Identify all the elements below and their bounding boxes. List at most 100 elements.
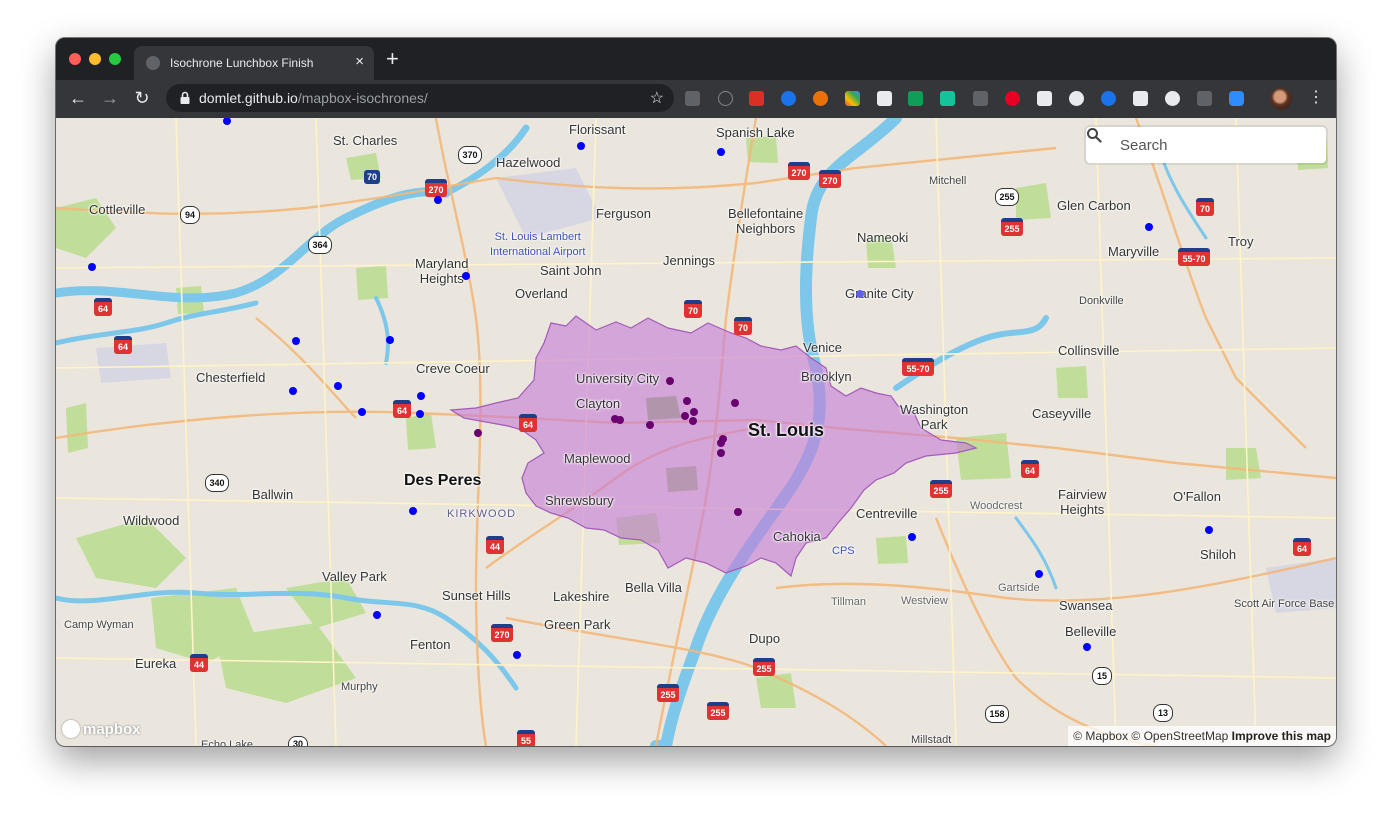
map-marker[interactable] <box>386 336 394 344</box>
shield-70-b: 70 <box>684 300 702 318</box>
map-marker[interactable] <box>416 410 424 418</box>
lambert-airport <box>496 168 601 238</box>
label-ferguson: Ferguson <box>596 206 651 221</box>
lastpass-extension-icon[interactable] <box>749 91 764 106</box>
label-chesterfield: Chesterfield <box>196 370 266 385</box>
brave-extension-icon[interactable] <box>813 91 828 106</box>
forward-button[interactable]: → <box>100 88 120 108</box>
map-marker[interactable] <box>717 148 725 156</box>
shield-30: 30 <box>288 736 308 746</box>
shield-270-c: 270 <box>819 170 841 188</box>
label-wildwood: Wildwood <box>123 513 180 528</box>
s-extension-icon[interactable] <box>877 91 892 106</box>
map-marker[interactable] <box>681 412 689 420</box>
tab-title: Isochrone Lunchbox Finish <box>170 56 314 70</box>
map-marker[interactable] <box>1035 570 1043 578</box>
map-marker[interactable] <box>1205 526 1213 534</box>
map-marker[interactable] <box>513 651 521 659</box>
bookmark-star-icon[interactable]: ☆ <box>650 88 664 108</box>
map-marker[interactable] <box>1083 643 1091 651</box>
map-marker[interactable] <box>292 337 300 345</box>
cc-extension-icon[interactable] <box>1069 91 1084 106</box>
map-marker[interactable] <box>417 392 425 400</box>
label-echo-lake: Echo Lake <box>201 739 253 746</box>
map-marker[interactable] <box>666 377 674 385</box>
improve-map-link[interactable]: Improve this map <box>1232 729 1331 743</box>
code-extension-icon[interactable] <box>1165 91 1180 106</box>
map-marker[interactable] <box>462 272 470 280</box>
mapbox-logo[interactable]: mapbox <box>62 718 141 740</box>
calculator-extension-icon[interactable] <box>1037 91 1052 106</box>
map-marker[interactable] <box>577 142 585 150</box>
shield-340: 340 <box>205 474 229 492</box>
back-button[interactable]: ← <box>68 88 88 108</box>
map-marker[interactable] <box>1145 223 1153 231</box>
label-centreville: Centreville <box>856 506 918 521</box>
grammarly-extension-icon[interactable] <box>940 91 955 106</box>
label-overland: Overland <box>515 286 568 301</box>
shield-270-d: 270 <box>491 624 513 642</box>
label-hazelwood: Hazelwood <box>496 155 561 170</box>
map-marker[interactable] <box>409 507 417 515</box>
reload-button[interactable]: ↻ <box>132 88 152 108</box>
map-marker[interactable] <box>690 408 698 416</box>
map-marker[interactable] <box>289 387 297 395</box>
label-venice: Venice <box>803 340 843 355</box>
map-marker[interactable] <box>717 449 725 457</box>
profile-avatar[interactable] <box>1270 88 1292 110</box>
map-marker[interactable] <box>731 399 739 407</box>
info-extension-icon[interactable] <box>718 91 733 106</box>
shield-44-a: 44 <box>190 654 208 672</box>
color-picker-extension-icon[interactable] <box>845 91 860 106</box>
zoom-window-button[interactable] <box>109 53 121 65</box>
spirit-airport <box>96 343 171 383</box>
label-millstadt: Millstadt <box>911 734 952 746</box>
map-marker[interactable] <box>734 508 742 516</box>
shield-55: 55 <box>517 730 535 746</box>
url-text: domlet.github.io/mapbox-isochrones/ <box>199 90 428 106</box>
new-tab-button[interactable]: + <box>386 48 399 70</box>
map-marker[interactable] <box>358 408 366 416</box>
map-marker[interactable] <box>646 421 654 429</box>
zoom-extension-icon[interactable] <box>1229 91 1244 106</box>
shield-15: 15 <box>1092 667 1112 685</box>
minimize-window-button[interactable] <box>89 53 101 65</box>
close-window-button[interactable] <box>69 53 81 65</box>
list-extension-icon[interactable] <box>973 91 988 106</box>
map-marker[interactable] <box>616 416 624 424</box>
pinterest-extension-icon[interactable] <box>1005 91 1020 106</box>
shield-70-a: 70 <box>364 170 380 184</box>
notion-extension-icon[interactable] <box>1133 91 1148 106</box>
c-extension-icon[interactable] <box>1101 91 1116 106</box>
map-marker[interactable] <box>856 290 864 298</box>
map-marker[interactable] <box>689 417 697 425</box>
label-belleville: Belleville <box>1065 624 1117 639</box>
ring-extension-icon[interactable] <box>781 91 796 106</box>
label-fenton: Fenton <box>410 637 451 652</box>
label-fairview-heights: Fairview Heights <box>1058 487 1107 517</box>
map-marker[interactable] <box>474 429 482 437</box>
search-input[interactable] <box>1120 127 1316 163</box>
map-marker[interactable] <box>88 263 96 271</box>
buffer-extension-icon[interactable] <box>685 91 700 106</box>
tab-isochrone[interactable]: Isochrone Lunchbox Finish × <box>134 46 374 80</box>
map-marker[interactable] <box>434 196 442 204</box>
map-marker[interactable] <box>908 533 916 541</box>
shield-64-a: 64 <box>94 298 112 316</box>
pin-extension-icon[interactable] <box>1197 91 1212 106</box>
map-marker[interactable] <box>373 611 381 619</box>
map-marker[interactable] <box>717 439 725 447</box>
shield-255-b: 255 <box>1001 218 1023 236</box>
address-bar[interactable]: domlet.github.io/mapbox-isochrones/ ☆ <box>166 84 674 112</box>
menu-icon[interactable]: ⋮ <box>1308 89 1324 107</box>
sheets-extension-icon[interactable] <box>908 91 923 106</box>
map-marker[interactable] <box>683 397 691 405</box>
tab-close-icon[interactable]: × <box>355 54 364 70</box>
attribution-text[interactable]: © Mapbox © OpenStreetMap <box>1073 729 1228 743</box>
shield-270-a: 270 <box>425 179 447 197</box>
label-westview: Westview <box>901 595 948 607</box>
tower-grove-park <box>666 466 698 492</box>
map-canvas[interactable]: 270 370 70 94 364 64 64 64 64 64 64 44 4… <box>56 118 1336 746</box>
map-marker[interactable] <box>334 382 342 390</box>
label-kirkwood: KIRKWOOD <box>447 508 517 520</box>
